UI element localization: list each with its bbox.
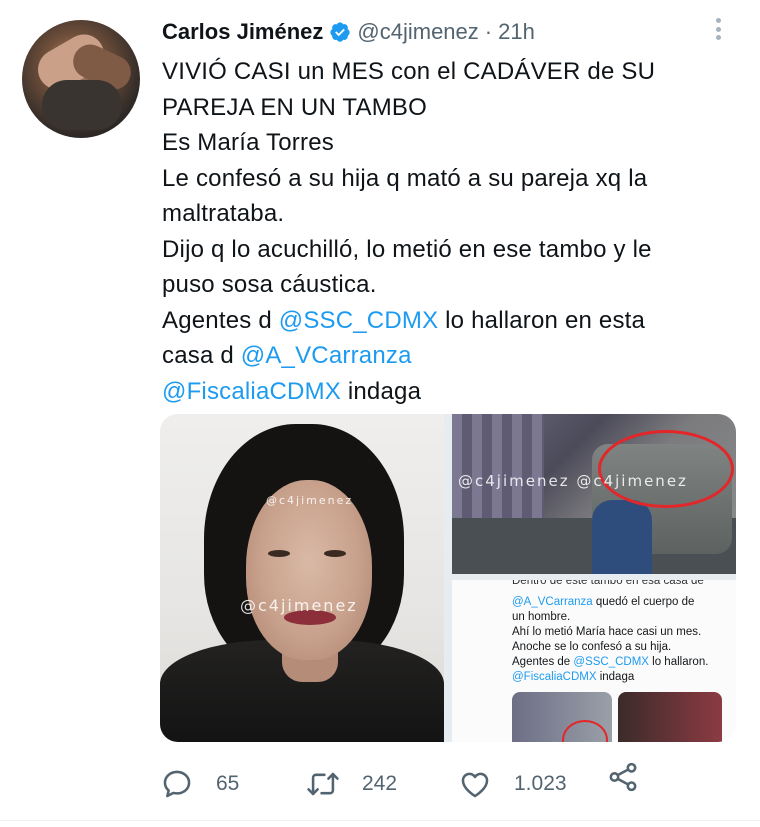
photo-person bbox=[592, 500, 652, 574]
portrait-eye bbox=[268, 550, 290, 557]
highlight-circle bbox=[598, 430, 734, 508]
tweet-line: maltrataba. bbox=[162, 200, 285, 227]
tweet-line: @FiscaliaCDMX indaga bbox=[162, 374, 722, 410]
screenshot-segment: indaga bbox=[596, 671, 635, 683]
screenshot-text: Dentro de este tambo en esa casa de @A_V… bbox=[512, 580, 736, 685]
retweet-button[interactable]: 242 bbox=[306, 760, 397, 808]
mention-link[interactable]: @A_VCarranza bbox=[241, 342, 412, 369]
portrait-eye bbox=[324, 550, 346, 557]
avatar[interactable] bbox=[22, 20, 140, 138]
reply-button[interactable]: 65 bbox=[160, 760, 239, 808]
media-grid: @c4jimenez @c4jimenez @c4jimenez @c4jime… bbox=[160, 414, 736, 742]
media-photo-screenshot[interactable]: Dentro de este tambo en esa casa de @A_V… bbox=[452, 580, 736, 742]
watermark: @c4jimenez bbox=[240, 596, 358, 615]
tweet-text: VIVIÓ CASI un MES con el CADÁVER de SU P… bbox=[162, 54, 722, 409]
more-options-icon[interactable] bbox=[712, 14, 724, 44]
screenshot-line: Dentro de este tambo en esa casa de bbox=[512, 580, 704, 587]
more-dot bbox=[715, 18, 721, 23]
tweet-text-segment: casa d bbox=[162, 342, 241, 369]
more-dot bbox=[715, 26, 721, 32]
watermark: @c4jimenez @c4jimenez bbox=[458, 472, 688, 490]
tweet-line: Le confesó a su hija q mató a su pareja … bbox=[162, 164, 648, 192]
retweet-count: 242 bbox=[362, 772, 398, 795]
screenshot-mention: @A_VCarranza bbox=[512, 596, 593, 608]
verified-badge-icon bbox=[330, 22, 351, 42]
screenshot-mention: @FiscaliaCDMX bbox=[512, 671, 597, 683]
screenshot-line: Anoche se lo confesó a su hija. bbox=[512, 641, 672, 653]
screenshot-segment: Agentes de bbox=[512, 656, 574, 668]
screenshot-line: @FiscaliaCDMX indaga bbox=[512, 670, 736, 685]
tweet-timestamp[interactable]: 21h bbox=[498, 18, 535, 46]
screenshot-segment: quedó el cuerpo de bbox=[592, 596, 695, 608]
reply-icon bbox=[163, 770, 191, 798]
reply-count: 65 bbox=[216, 772, 240, 795]
media-photo-portrait[interactable]: @c4jimenez @c4jimenez bbox=[160, 414, 444, 742]
tweet-line: PAREJA EN UN TAMBO bbox=[162, 93, 427, 121]
separator-dot: · bbox=[484, 19, 493, 44]
share-button[interactable] bbox=[606, 760, 640, 794]
more-dot bbox=[715, 35, 721, 40]
tweet-line: casa d @A_VCarranza bbox=[162, 338, 722, 374]
tweet-header: Carlos Jiménez @c4jimenez · 21h bbox=[162, 18, 535, 46]
tweet-line: Es María Torres bbox=[162, 129, 334, 156]
screenshot-line: Ahí lo metió María hace casi un mes. bbox=[512, 626, 702, 638]
divider bbox=[0, 820, 760, 821]
share-icon bbox=[609, 762, 637, 792]
watermark: @c4jimenez bbox=[266, 494, 354, 507]
avatar-photo-detail bbox=[42, 80, 122, 130]
tweet-text-segment: Agentes d bbox=[162, 306, 279, 334]
screenshot-line: @A_VCarranza quedó el cuerpo de bbox=[512, 595, 736, 610]
screenshot-thumbnails bbox=[512, 692, 722, 742]
mention-link[interactable]: @SSC_CDMX bbox=[279, 307, 439, 334]
mention-link[interactable]: @FiscaliaCDMX bbox=[162, 378, 341, 405]
screenshot-mention: @SSC_CDMX bbox=[573, 656, 649, 668]
tweet-line: puso sosa cáustica. bbox=[162, 271, 377, 298]
tweet-actions: 65 242 1.023 bbox=[160, 760, 660, 808]
tweet-line: Agentes d @SSC_CDMX lo hallaron en esta bbox=[162, 303, 722, 339]
tweet-line: VIVIÓ CASI un MES con el CADÁVER de SU bbox=[162, 58, 656, 85]
like-count: 1.023 bbox=[514, 772, 567, 795]
tweet-line: Dijo q lo acuchilló, lo metió en ese tam… bbox=[162, 235, 652, 263]
screenshot-thumbnail bbox=[618, 692, 722, 742]
author-handle[interactable]: @c4jimenez bbox=[357, 18, 478, 46]
media-photo-barrel[interactable]: @c4jimenez @c4jimenez bbox=[452, 414, 736, 574]
retweet-icon bbox=[307, 772, 339, 796]
tweet-text-segment: indaga bbox=[340, 377, 422, 405]
like-icon bbox=[461, 772, 489, 798]
like-button[interactable]: 1.023 bbox=[458, 760, 567, 808]
tweet-text-segment: lo hallaron en esta bbox=[438, 306, 646, 334]
screenshot-segment: lo hallaron. bbox=[648, 656, 709, 668]
screenshot-line: un hombre. bbox=[512, 611, 571, 623]
author-name[interactable]: Carlos Jiménez bbox=[162, 18, 323, 46]
screenshot-line: Agentes de @SSC_CDMX lo hallaron. bbox=[512, 655, 736, 670]
portrait-face bbox=[246, 480, 372, 660]
